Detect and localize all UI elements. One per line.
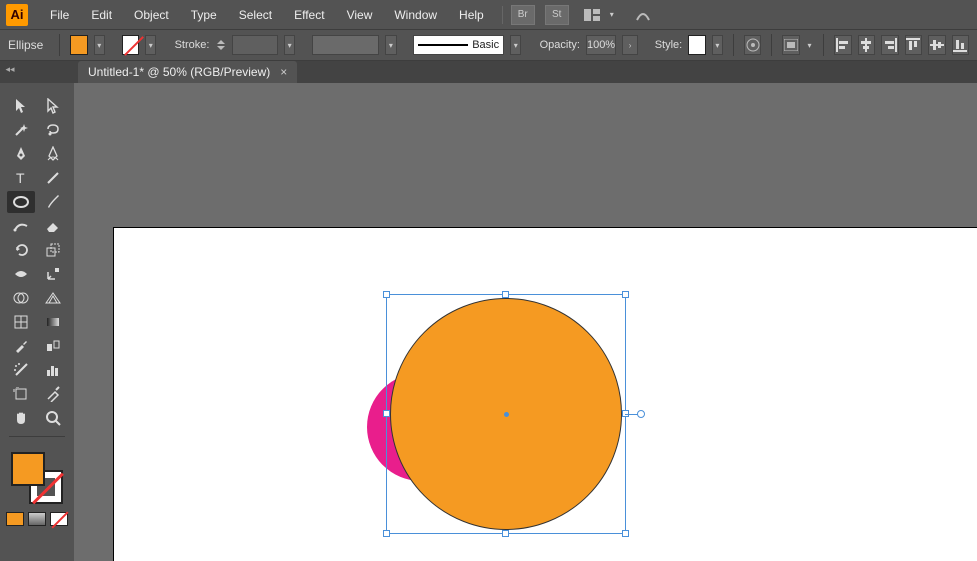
none-mode-button[interactable]: [50, 512, 68, 526]
menu-window[interactable]: Window: [384, 4, 447, 26]
selection-center-icon: [504, 412, 509, 417]
opacity-caret[interactable]: ›: [622, 35, 638, 55]
shaper-tool[interactable]: [7, 215, 35, 237]
type-tool[interactable]: T: [7, 167, 35, 189]
pen-tool[interactable]: [7, 143, 35, 165]
menu-bar: Ai File Edit Object Type Select Effect V…: [0, 0, 977, 29]
align-hcenter-button[interactable]: [858, 35, 876, 55]
align-right-button[interactable]: [881, 35, 899, 55]
gradient-tool[interactable]: [39, 311, 67, 333]
align-bottom-button[interactable]: [952, 35, 970, 55]
document-tab-row: Untitled-1* @ 50% (RGB/Preview) ×: [0, 61, 977, 83]
handle-mid-left[interactable]: [383, 410, 390, 417]
menu-edit[interactable]: Edit: [81, 4, 122, 26]
fill-swatch[interactable]: [70, 35, 88, 55]
perspective-grid-tool[interactable]: [39, 287, 67, 309]
eyedropper-tool[interactable]: [7, 335, 35, 357]
lasso-tool[interactable]: [39, 119, 67, 141]
svg-text:T: T: [16, 171, 25, 185]
menu-select[interactable]: Select: [229, 4, 282, 26]
stroke-weight-caret[interactable]: ▾: [284, 35, 295, 55]
handle-top-left[interactable]: [383, 291, 390, 298]
symbol-sprayer-tool[interactable]: [7, 359, 35, 381]
stroke-profile-caret[interactable]: ▾: [385, 35, 396, 55]
handle-top-mid[interactable]: [502, 291, 509, 298]
brush-definition[interactable]: Basic: [413, 35, 504, 55]
curvature-tool[interactable]: [39, 143, 67, 165]
column-graph-tool[interactable]: [39, 359, 67, 381]
handle-bottom-mid[interactable]: [502, 530, 509, 537]
bridge-button[interactable]: Br: [511, 5, 535, 25]
tool-name-label: Ellipse: [8, 38, 43, 52]
fill-caret[interactable]: ▾: [94, 35, 105, 55]
main-area: T: [0, 83, 977, 561]
document-title: Untitled-1* @ 50% (RGB/Preview): [88, 65, 270, 79]
arrange-caret[interactable]: ▾: [605, 5, 619, 25]
document-tab[interactable]: Untitled-1* @ 50% (RGB/Preview) ×: [78, 61, 297, 83]
gpu-preview-icon[interactable]: [633, 7, 653, 23]
eraser-tool[interactable]: [39, 215, 67, 237]
fill-indicator[interactable]: [11, 452, 45, 486]
menu-help[interactable]: Help: [449, 4, 494, 26]
stroke-weight-spinner[interactable]: [215, 35, 226, 55]
canvas-viewport[interactable]: [74, 83, 977, 561]
stroke-weight-input[interactable]: [232, 35, 278, 55]
free-transform-tool[interactable]: [39, 263, 67, 285]
align-left-button[interactable]: [834, 35, 852, 55]
rotate-tool[interactable]: [7, 239, 35, 261]
close-tab-icon[interactable]: ×: [280, 65, 287, 79]
control-bar: Ellipse ▾ ▾ Stroke: ▾ ▾ Basic ▾ Opacity:…: [0, 29, 977, 61]
menu-separator: [502, 6, 503, 24]
handle-bottom-right[interactable]: [622, 530, 629, 537]
blend-tool[interactable]: [39, 335, 67, 357]
style-swatch[interactable]: [688, 35, 706, 55]
gradient-mode-button[interactable]: [28, 512, 46, 526]
app-logo: Ai: [6, 4, 28, 26]
menu-view[interactable]: View: [337, 4, 383, 26]
panel-toggle-icon[interactable]: ◂◂: [0, 62, 20, 76]
toolbox: T: [0, 83, 74, 561]
ellipse-tool[interactable]: [7, 191, 35, 213]
line-tool[interactable]: [39, 167, 67, 189]
stroke-profile[interactable]: [312, 35, 379, 55]
selection-tool[interactable]: [7, 95, 35, 117]
fill-stroke-indicator[interactable]: [11, 452, 63, 504]
brush-label: Basic: [472, 39, 499, 51]
style-label: Style:: [655, 39, 683, 51]
color-mode-button[interactable]: [6, 512, 24, 526]
menu-effect[interactable]: Effect: [284, 4, 334, 26]
zoom-tool[interactable]: [39, 407, 67, 429]
align-to-caret[interactable]: ▾: [806, 35, 814, 55]
opacity-label: Opacity:: [540, 39, 580, 51]
mesh-tool[interactable]: [7, 311, 35, 333]
stroke-label: Stroke:: [175, 39, 210, 51]
artboard-tool[interactable]: [7, 383, 35, 405]
direct-selection-tool[interactable]: [39, 95, 67, 117]
shape-builder-tool[interactable]: [7, 287, 35, 309]
stroke-caret[interactable]: ▾: [145, 35, 156, 55]
stock-button[interactable]: St: [545, 5, 569, 25]
paintbrush-tool[interactable]: [39, 191, 67, 213]
handle-top-right[interactable]: [622, 291, 629, 298]
recolor-button[interactable]: [744, 35, 762, 55]
style-caret[interactable]: ▾: [712, 35, 723, 55]
menu-type[interactable]: Type: [181, 4, 227, 26]
align-top-button[interactable]: [905, 35, 923, 55]
scale-tool[interactable]: [39, 239, 67, 261]
align-vcenter-button[interactable]: [928, 35, 946, 55]
handle-bottom-left[interactable]: [383, 530, 390, 537]
width-tool[interactable]: [7, 263, 35, 285]
slice-tool[interactable]: [39, 383, 67, 405]
arrange-docs-icon[interactable]: [583, 7, 603, 23]
align-to-button[interactable]: [782, 35, 800, 55]
opacity-value[interactable]: 100%: [586, 35, 616, 55]
menu-object[interactable]: Object: [124, 4, 179, 26]
magic-wand-tool[interactable]: [7, 119, 35, 141]
hand-tool[interactable]: [7, 407, 35, 429]
stroke-swatch[interactable]: [122, 35, 140, 55]
rotate-handle[interactable]: [637, 410, 645, 418]
selection-bounding-box[interactable]: [386, 294, 626, 534]
menu-file[interactable]: File: [40, 4, 79, 26]
brush-caret[interactable]: ▾: [510, 35, 521, 55]
